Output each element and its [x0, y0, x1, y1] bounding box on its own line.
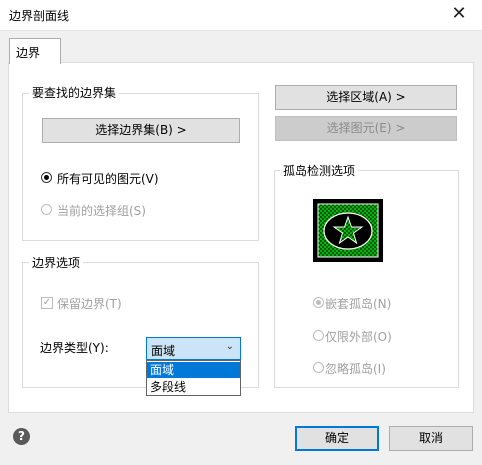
keep-boundary-label: 保留边界(T): [57, 297, 122, 311]
radio-nested-island-label: 嵌套孤岛(N): [325, 297, 392, 311]
boundary-options-title: 边界选项: [29, 254, 84, 271]
window-title: 边界剖面线: [9, 9, 70, 23]
close-icon[interactable]: ✕: [448, 3, 470, 25]
radio-all-visible[interactable]: [41, 172, 52, 183]
radio-nested-island[interactable]: [313, 297, 324, 308]
radio-ignore-island-label: 忽略孤岛(I): [325, 362, 386, 376]
island-preview-image: [313, 199, 383, 262]
select-region-button[interactable]: 选择区域(A) >: [275, 85, 457, 110]
boundary-type-select[interactable]: 面域 ⌄: [146, 337, 241, 360]
cancel-button[interactable]: 取消: [389, 426, 473, 451]
select-boundary-set-button[interactable]: 选择边界集(B) >: [42, 118, 240, 143]
tab-boundary-label: 边界: [16, 46, 41, 60]
dropdown-option-polyline[interactable]: 多段线: [147, 379, 240, 395]
boundary-type-value: 面域: [151, 344, 176, 358]
boundary-set-title: 要查找的边界集: [29, 84, 120, 101]
island-detection-title: 孤岛检测选项: [280, 162, 359, 179]
island-preview-graphic: [317, 203, 379, 258]
dropdown-option-region[interactable]: 面域: [147, 362, 240, 378]
radio-current-selection[interactable]: [41, 204, 52, 215]
ok-button[interactable]: 确定: [295, 426, 379, 451]
radio-all-visible-label: 所有可见的图元(V): [57, 172, 159, 186]
chevron-down-icon: ⌄: [225, 341, 234, 352]
help-icon[interactable]: ?: [13, 428, 30, 445]
radio-outer-only-label: 仅限外部(O): [325, 330, 392, 344]
tab-boundary[interactable]: 边界: [9, 38, 61, 64]
title-divider: [0, 30, 482, 31]
keep-boundary-checkbox[interactable]: ✓: [41, 297, 53, 309]
radio-ignore-island[interactable]: [313, 362, 324, 373]
radio-outer-only[interactable]: [313, 330, 324, 341]
radio-current-selection-label: 当前的选择组(S): [57, 204, 146, 218]
boundary-type-dropdown: 面域 多段线: [146, 360, 241, 396]
select-entities-button[interactable]: 选择图元(E) >: [275, 116, 457, 141]
boundary-type-label: 边界类型(Y):: [40, 341, 109, 355]
title-bar: [0, 0, 482, 30]
